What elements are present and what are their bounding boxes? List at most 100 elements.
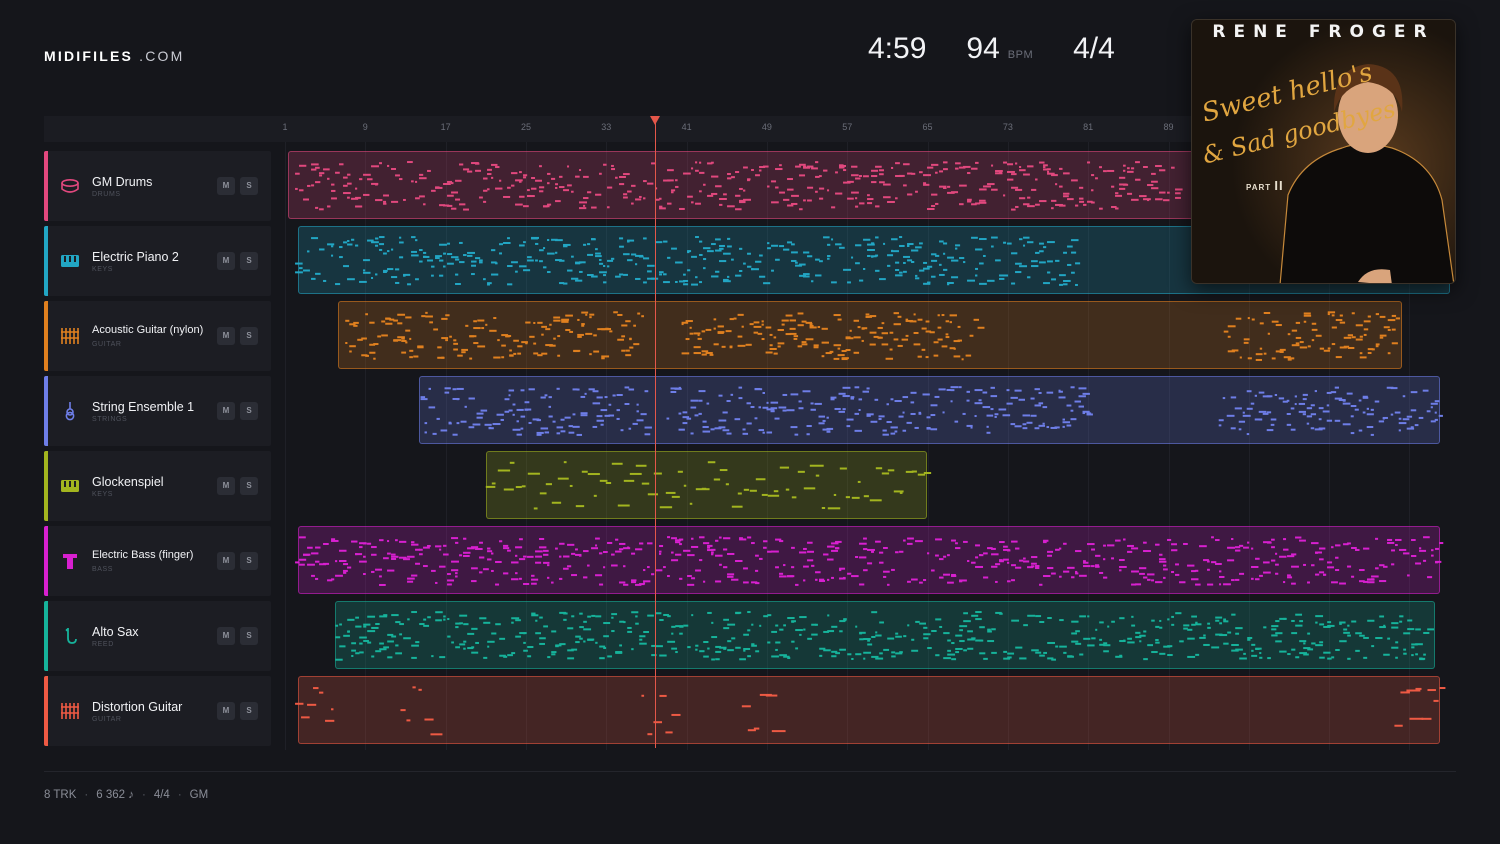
track-name: String Ensemble 1	[92, 400, 195, 414]
footer-time-signature: 4/4	[153, 789, 170, 801]
note-mark	[665, 731, 673, 734]
ruler-bar-label: 89	[1163, 122, 1174, 132]
ruler-bar-label: 49	[761, 122, 772, 132]
ruler-bar-label: 17	[440, 122, 451, 132]
note-mark	[295, 702, 304, 705]
mute-button[interactable]: M	[217, 552, 235, 570]
footer-note-count: 6 362 ♪	[96, 789, 134, 801]
note-mark	[1394, 724, 1403, 727]
solo-button[interactable]: S	[240, 702, 258, 720]
solo-button[interactable]: S	[240, 552, 258, 570]
tempo-unit: BPM	[1007, 49, 1034, 61]
track-color-stripe	[44, 226, 48, 296]
album-part-word: PART	[1246, 183, 1272, 192]
album-artist: RENE FROGER	[1212, 22, 1435, 42]
brand-name-light: .COM	[139, 48, 185, 64]
note-mark	[753, 727, 760, 730]
note-mark	[418, 688, 422, 691]
track-name: Alto Sax	[92, 625, 139, 639]
note-mark	[1409, 717, 1424, 720]
note-mark	[430, 733, 443, 736]
guitar-fretboard-icon	[60, 326, 80, 346]
track-category: KEYS	[92, 491, 114, 498]
mute-button[interactable]: M	[217, 252, 235, 270]
track-category: BASS	[92, 566, 114, 573]
track-color-stripe	[44, 451, 48, 521]
track-color-stripe	[44, 301, 48, 371]
note-mark	[1433, 699, 1439, 702]
ruler-bar-label: 65	[922, 122, 933, 132]
note-mark	[641, 694, 645, 697]
track-category: GUITAR	[92, 716, 122, 723]
note-mark	[1421, 717, 1432, 720]
track-name: Acoustic Guitar (nylon)	[92, 324, 204, 336]
track-name: Glockenspiel	[92, 475, 164, 489]
solo-button[interactable]: S	[240, 627, 258, 645]
ruler-bar-label: 25	[520, 122, 531, 132]
note-mark	[765, 694, 778, 697]
track-category: REED	[92, 641, 114, 648]
playhead-handle[interactable]	[650, 116, 660, 125]
track-header[interactable]: Acoustic Guitar (nylon) GUITAR M S	[44, 301, 271, 371]
saxophone-icon	[60, 626, 80, 646]
solo-button[interactable]: S	[240, 252, 258, 270]
drum-icon	[60, 176, 80, 196]
note-mark	[412, 686, 416, 689]
note-mark	[325, 719, 335, 722]
mute-button[interactable]: M	[217, 402, 235, 420]
track-color-stripe	[44, 601, 48, 671]
track-color-stripe	[44, 676, 48, 746]
ruler-bar-label: 1	[282, 122, 288, 132]
album-part-label: PART II	[1246, 178, 1284, 193]
track-header[interactable]: String Ensemble 1 STRINGS M S	[44, 376, 271, 446]
track-header[interactable]: GM Drums DRUMS M S	[44, 151, 271, 221]
brand-logo: MIDIFILES .COM	[44, 48, 184, 64]
note-mark	[301, 716, 310, 719]
mute-button[interactable]: M	[217, 477, 235, 495]
solo-button[interactable]: S	[240, 402, 258, 420]
footer-track-count: 8 TRK	[44, 789, 77, 801]
mute-button[interactable]: M	[217, 702, 235, 720]
track-category: DRUMS	[92, 191, 121, 198]
keyboard-icon	[60, 251, 80, 271]
duration-display: 4:59	[868, 32, 927, 65]
note-mark	[319, 691, 324, 694]
transport-stats: 4:59 94 BPM 4/4	[868, 32, 1115, 66]
solo-button[interactable]: S	[240, 177, 258, 195]
track-header[interactable]: Distortion Guitar GUITAR M S	[44, 676, 271, 746]
ruler-bar-label: 41	[681, 122, 692, 132]
track-name: Electric Bass (finger)	[92, 549, 194, 561]
solo-button[interactable]: S	[240, 477, 258, 495]
ruler-bar-label: 57	[842, 122, 853, 132]
note-mark	[331, 708, 334, 711]
mute-button[interactable]: M	[217, 177, 235, 195]
note-mark	[647, 733, 653, 736]
guitar-fretboard-icon	[60, 701, 80, 721]
track-category: STRINGS	[92, 416, 128, 423]
track-color-stripe	[44, 151, 48, 221]
note-mark	[400, 709, 406, 712]
track-header[interactable]: Electric Bass (finger) BASS M S	[44, 526, 271, 596]
brand-name-bold: MIDIFILES	[44, 48, 134, 64]
footer-standard: GM	[189, 789, 209, 801]
time-signature-display: 4/4	[1073, 32, 1115, 65]
note-mark	[741, 705, 751, 708]
mute-button[interactable]: M	[217, 327, 235, 345]
solo-button[interactable]: S	[240, 327, 258, 345]
note-mark	[1415, 687, 1422, 690]
track-header[interactable]: Alto Sax REED M S	[44, 601, 271, 671]
track-header[interactable]: Glockenspiel KEYS M S	[44, 451, 271, 521]
track-color-stripe	[44, 526, 48, 596]
track-header[interactable]: Electric Piano 2 KEYS M S	[44, 226, 271, 296]
note-mark	[771, 730, 786, 733]
ruler-bar-label: 81	[1083, 122, 1094, 132]
tempo-display: 94	[966, 32, 1000, 65]
note-mark	[1439, 687, 1446, 690]
album-part-number: II	[1274, 178, 1284, 193]
note-mark	[307, 703, 317, 706]
keyboard-icon	[60, 476, 80, 496]
playhead-line[interactable]	[655, 116, 656, 748]
note-mark	[313, 687, 319, 690]
violin-icon	[60, 401, 80, 421]
mute-button[interactable]: M	[217, 627, 235, 645]
